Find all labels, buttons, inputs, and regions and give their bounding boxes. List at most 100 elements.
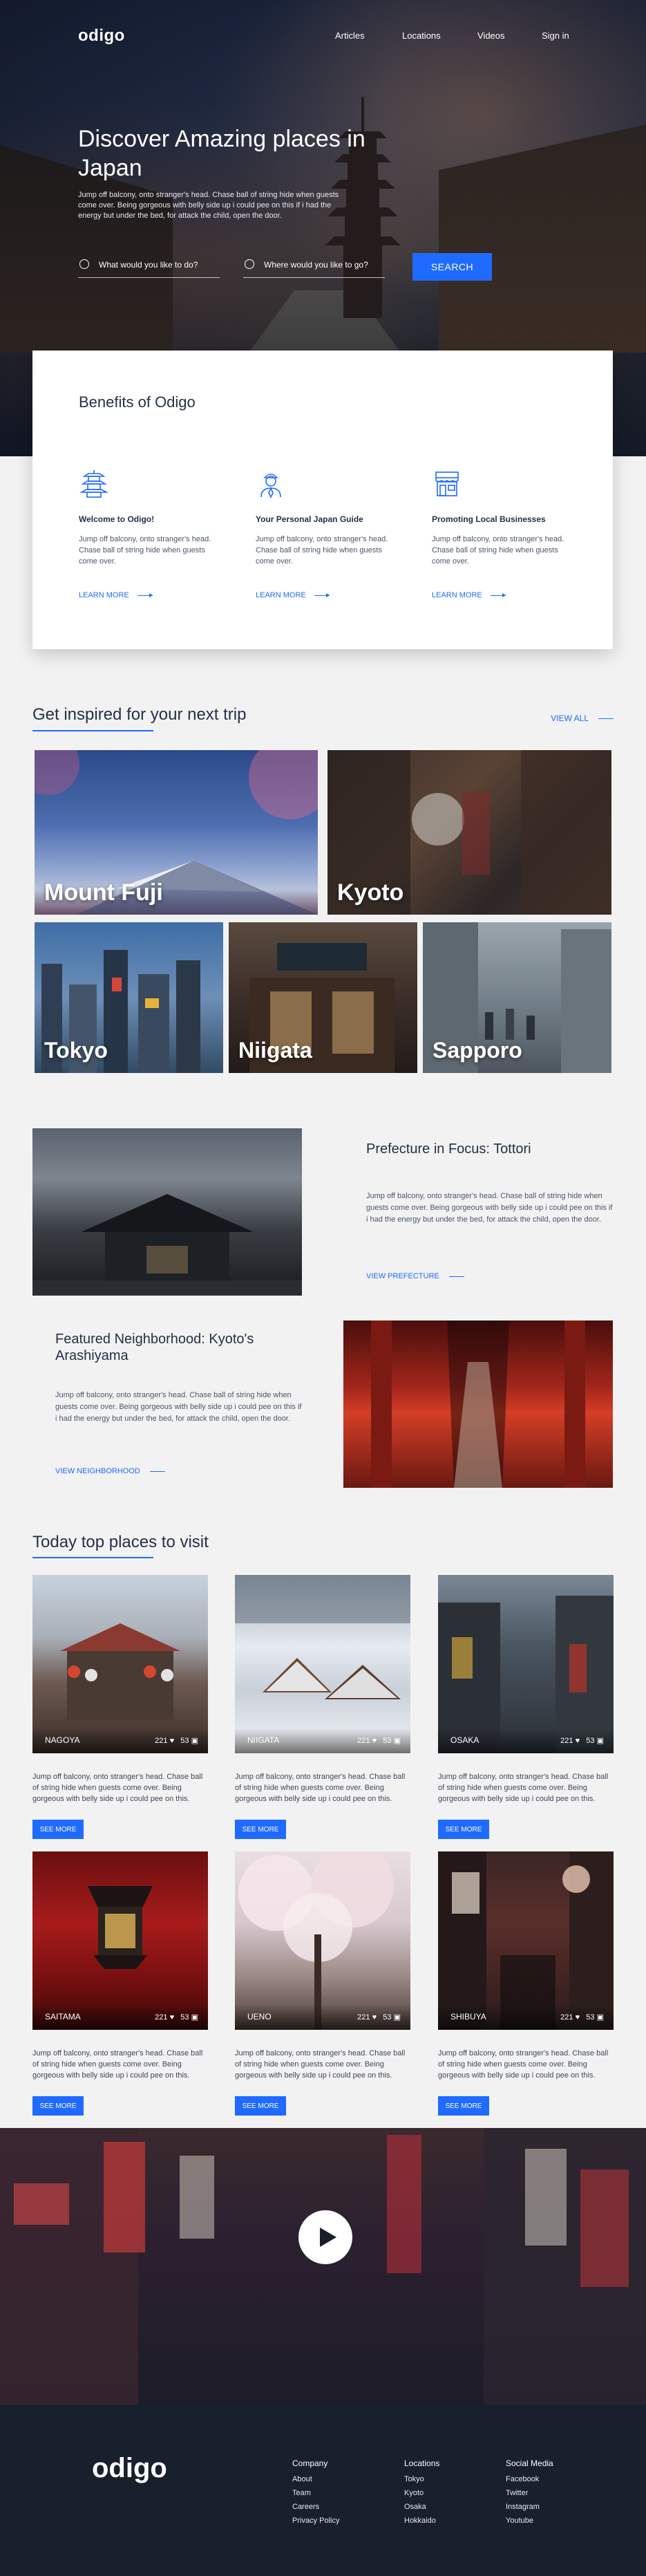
tile-mount-fuji[interactable]: Mount Fuji [35,750,318,915]
learn-more-label: LEARN MORE [79,591,129,599]
view-all-label: VIEW ALL [551,713,589,723]
tile-label: Tokyo [44,1038,108,1063]
footer-link[interactable]: Team [292,2486,339,2500]
tile-label: Sapporo [433,1038,522,1063]
card-text: Jump off balcony, onto stranger's head. … [32,1773,203,1803]
learn-more-link[interactable]: LEARN MORE [432,591,506,599]
pagoda-icon [79,470,109,498]
title-underline [32,1557,153,1558]
tottori-image[interactable] [32,1128,302,1296]
what-radio-icon[interactable] [79,259,89,269]
feature-text: Jump off balcony, onto stranger's head. … [366,1192,613,1224]
see-more-button[interactable]: SEE MORE [438,2096,489,2116]
tile-label: Mount Fuji [44,879,163,906]
where-radio-icon[interactable] [245,259,254,269]
what-field[interactable] [78,253,220,278]
comment-icon[interactable]: ▣ [191,1737,198,1745]
card-text: Jump off balcony, onto stranger's head. … [438,1773,609,1803]
footer-link[interactable]: Kyoto [404,2486,439,2500]
card-image-saitama[interactable]: SAITAMA 221 ♥ 53 ▣ [32,1851,208,2030]
comment-icon[interactable]: ▣ [394,1737,401,1745]
search-button[interactable]: SEARCH [412,253,492,281]
learn-more-label: LEARN MORE [432,591,482,599]
heart-icon[interactable]: ♥ [170,2013,175,2022]
nav-link-articles[interactable]: Articles [335,30,365,41]
page: odigo Articles Locations Videos Sign in … [0,0,646,2576]
torii-gates-art [371,1320,585,1488]
where-input[interactable] [264,256,381,274]
footer-link[interactable]: Careers [292,2500,339,2514]
card-city: UENO [247,2012,272,2022]
footer-link[interactable]: About [292,2472,339,2486]
see-more-button[interactable]: SEE MORE [235,1820,286,1839]
top-nav: odigo Articles Locations Videos Sign in [0,26,646,47]
nav-link-sign-in[interactable]: Sign in [542,30,569,41]
view-prefecture-link[interactable]: VIEW PREFECTURE [366,1272,464,1280]
card-image-nagoya[interactable]: NAGOYA 221 ♥ 53 ▣ [32,1575,208,1753]
footer-logo[interactable]: odigo [92,2453,167,2484]
arashiyama-image[interactable] [343,1320,613,1488]
card-image-shibuya[interactable]: SHIBUYA 221 ♥ 53 ▣ [438,1851,614,2030]
comment-icon[interactable]: ▣ [597,2013,604,2022]
heart-icon[interactable]: ♥ [576,2013,580,2022]
benefit-guide: Your Personal Japan Guide Jump off balco… [256,468,394,567]
footer-link[interactable]: Facebook [506,2472,553,2486]
view-neighborhood-link[interactable]: VIEW NEIGHBORHOOD [55,1467,165,1475]
heart-icon[interactable]: ♥ [576,1737,580,1745]
comment-icon[interactable]: ▣ [191,2013,198,2022]
benefits-title: Benefits of Odigo [79,393,196,411]
title-underline [32,730,153,731]
heart-icon[interactable]: ♥ [372,1737,377,1745]
where-field[interactable] [243,253,385,278]
benefit-text: Jump off balcony, onto stranger's head. … [256,535,388,566]
hero-title: Discover Amazing places in Japan [78,126,365,181]
learn-more-link[interactable]: LEARN MORE [256,591,330,599]
see-more-button[interactable]: SEE MORE [438,1820,489,1839]
comments-count: 53 [383,2013,392,2022]
benefit-text: Jump off balcony, onto stranger's head. … [79,535,211,566]
tile-niigata[interactable]: Niigata [229,922,417,1073]
heart-icon[interactable]: ♥ [170,1737,175,1745]
benefit-title: Promoting Local Businesses [432,514,546,524]
tile-sapporo[interactable]: Sapporo [423,922,611,1073]
tile-kyoto[interactable]: Kyoto [327,750,611,915]
footer-link[interactable]: Youtube [506,2514,553,2528]
benefit-welcome: Welcome to Odigo! Jump off balcony, onto… [79,468,217,567]
footer-link[interactable]: Twitter [506,2486,553,2500]
tile-tokyo[interactable]: Tokyo [35,922,223,1073]
benefit-title: Your Personal Japan Guide [256,514,363,524]
see-more-button[interactable]: SEE MORE [32,2096,84,2116]
comments-count: 53 [383,1737,392,1745]
comment-icon[interactable]: ▣ [597,1737,604,1745]
nav-link-locations[interactable]: Locations [402,30,441,41]
play-button[interactable] [298,2210,352,2264]
card-image-niigata[interactable]: NIIGATA 221 ♥ 53 ▣ [235,1575,410,1753]
learn-more-label: LEARN MORE [256,591,306,599]
footer-link[interactable]: Hokkaido [404,2514,439,2528]
card-city: OSAKA [450,1735,479,1745]
card-image-ueno[interactable]: UENO 221 ♥ 53 ▣ [235,1851,410,2030]
video-banner[interactable] [0,2128,646,2405]
likes-count: 221 [155,2013,168,2022]
benefit-title: Welcome to Odigo! [79,514,155,524]
footer-link[interactable]: Tokyo [404,2472,439,2486]
comments-count: 53 [180,1737,189,1745]
see-more-button[interactable]: SEE MORE [32,1820,84,1839]
benefit-text: Jump off balcony, onto stranger's head. … [432,535,564,566]
footer-column-title: Company [292,2458,328,2468]
comment-icon[interactable]: ▣ [394,2013,401,2022]
learn-more-link[interactable]: LEARN MORE [79,591,153,599]
view-all-link[interactable]: VIEW ALL [551,713,614,723]
heart-icon[interactable]: ♥ [372,2013,377,2022]
logo[interactable]: odigo [78,26,125,46]
footer-column-title: Social Media [506,2458,553,2468]
card-text: Jump off balcony, onto stranger's head. … [235,2049,406,2080]
arrow-right-icon [137,592,153,597]
see-more-button[interactable]: SEE MORE [235,2096,286,2116]
card-image-osaka[interactable]: OSAKA 221 ♥ 53 ▣ [438,1575,614,1753]
what-input[interactable] [99,256,216,274]
footer-link[interactable]: Instagram [506,2500,553,2514]
nav-link-videos[interactable]: Videos [477,30,505,41]
footer-link[interactable]: Osaka [404,2500,439,2514]
footer-link[interactable]: Privacy Policy [292,2514,339,2528]
